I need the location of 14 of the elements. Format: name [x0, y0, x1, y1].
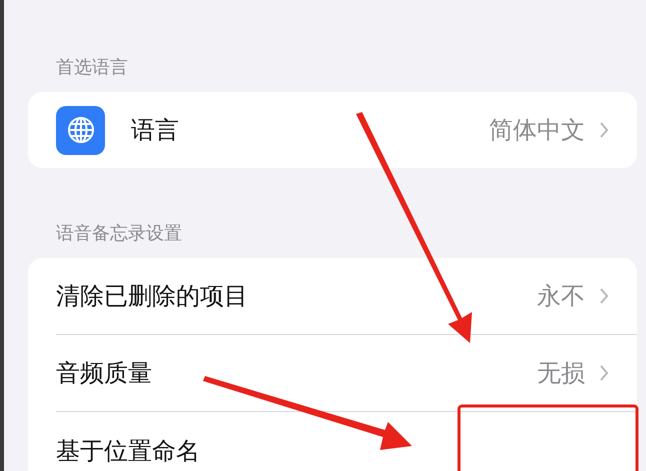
row-label: 基于位置命名: [56, 436, 201, 466]
row-value: 永不: [537, 281, 585, 312]
row-label: 清除已删除的项目: [56, 281, 249, 312]
row-value: 无损: [537, 358, 585, 389]
chevron-icon: [599, 121, 609, 139]
section-header: 语音备忘录设置: [55, 222, 183, 246]
row-label: 音频质量: [56, 358, 153, 389]
settings-row[interactable]: 基于位置命名: [56, 412, 637, 471]
globe-icon: [56, 106, 105, 154]
chevron-icon: [599, 287, 609, 305]
row-value: 简体中文: [489, 115, 585, 146]
row-label: 语言: [131, 115, 180, 146]
chevron-icon: [599, 364, 609, 382]
section-header: 首选语言: [55, 56, 129, 80]
